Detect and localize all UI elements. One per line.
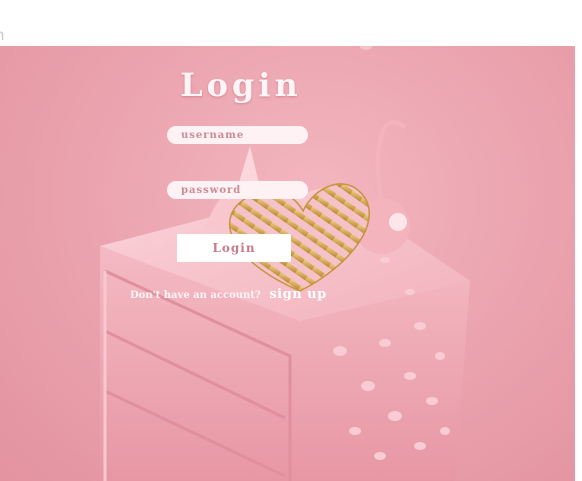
signup-prompt: Don't have an account?: [130, 290, 261, 301]
password-input[interactable]: [167, 181, 308, 199]
signup-link[interactable]: sign up: [269, 287, 326, 302]
login-title: Login: [0, 66, 582, 104]
cut-off-text: n: [0, 26, 5, 44]
login-button[interactable]: Login: [177, 234, 291, 262]
login-scene: [0, 46, 575, 481]
right-edge: [575, 46, 582, 481]
signup-row: Don't have an account? sign up: [130, 283, 327, 302]
username-input[interactable]: [167, 126, 308, 144]
top-strip: n: [0, 0, 582, 46]
cake-illustration: [100, 46, 470, 481]
login-title-text: Login: [180, 66, 302, 104]
